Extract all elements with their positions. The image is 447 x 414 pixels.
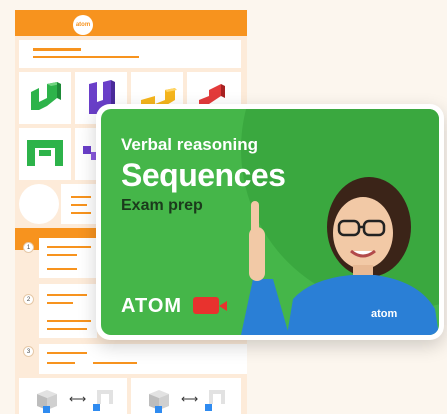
text-line <box>71 204 87 206</box>
question-number-badge: 1 <box>23 242 34 253</box>
question-number-badge: 2 <box>23 294 34 305</box>
cube-compare-panel: ⟷ <box>131 378 241 414</box>
worksheet-header-bar: atom <box>15 10 247 36</box>
compare-arrow-icon: ⟷ <box>181 392 199 406</box>
text-line <box>71 196 91 198</box>
atom-logo: ATOM <box>121 295 183 317</box>
cube-compare-panel: ⟷ <box>19 378 127 414</box>
cube-stack-icon <box>149 390 169 413</box>
text-line <box>47 268 77 270</box>
video-thumbnail[interactable]: atom Verbal reasoning Sequences Exam pre… <box>101 109 439 335</box>
text-line <box>71 212 91 214</box>
lesson-title: Sequences <box>121 157 286 193</box>
lesson-tagline: Exam prep <box>121 197 203 214</box>
text-line <box>47 320 91 322</box>
shape-cell <box>19 128 71 180</box>
question-panel <box>39 284 97 338</box>
text-panel <box>61 184 97 224</box>
svg-text:atom: atom <box>371 308 398 320</box>
text-line <box>47 254 77 256</box>
text-line <box>47 362 75 364</box>
title-line <box>33 48 81 51</box>
cube-stack-icon <box>37 390 57 413</box>
cube-target-icon <box>93 390 113 411</box>
green-block-shape-icon <box>31 82 61 110</box>
title-panel <box>19 40 241 68</box>
green-frame-shape-icon <box>27 140 63 166</box>
text-line <box>47 328 87 330</box>
subtitle-line <box>33 56 139 58</box>
question-panel <box>39 238 97 278</box>
compare-arrow-icon: ⟷ <box>69 392 87 406</box>
text-line <box>47 352 87 354</box>
atom-logo-badge: atom <box>73 15 93 35</box>
question-number-badge: 3 <box>23 346 34 357</box>
lesson-subtitle: Verbal reasoning <box>121 135 258 154</box>
video-lesson-card[interactable]: atom Verbal reasoning Sequences Exam pre… <box>96 104 444 340</box>
text-line <box>93 362 137 364</box>
text-line <box>47 294 87 296</box>
question-panel <box>39 344 247 374</box>
text-line <box>47 302 73 304</box>
text-line <box>47 246 91 248</box>
cube-target-icon <box>205 390 225 411</box>
answer-circle <box>19 184 59 224</box>
shape-cell <box>19 72 71 124</box>
video-camera-icon <box>193 297 227 314</box>
